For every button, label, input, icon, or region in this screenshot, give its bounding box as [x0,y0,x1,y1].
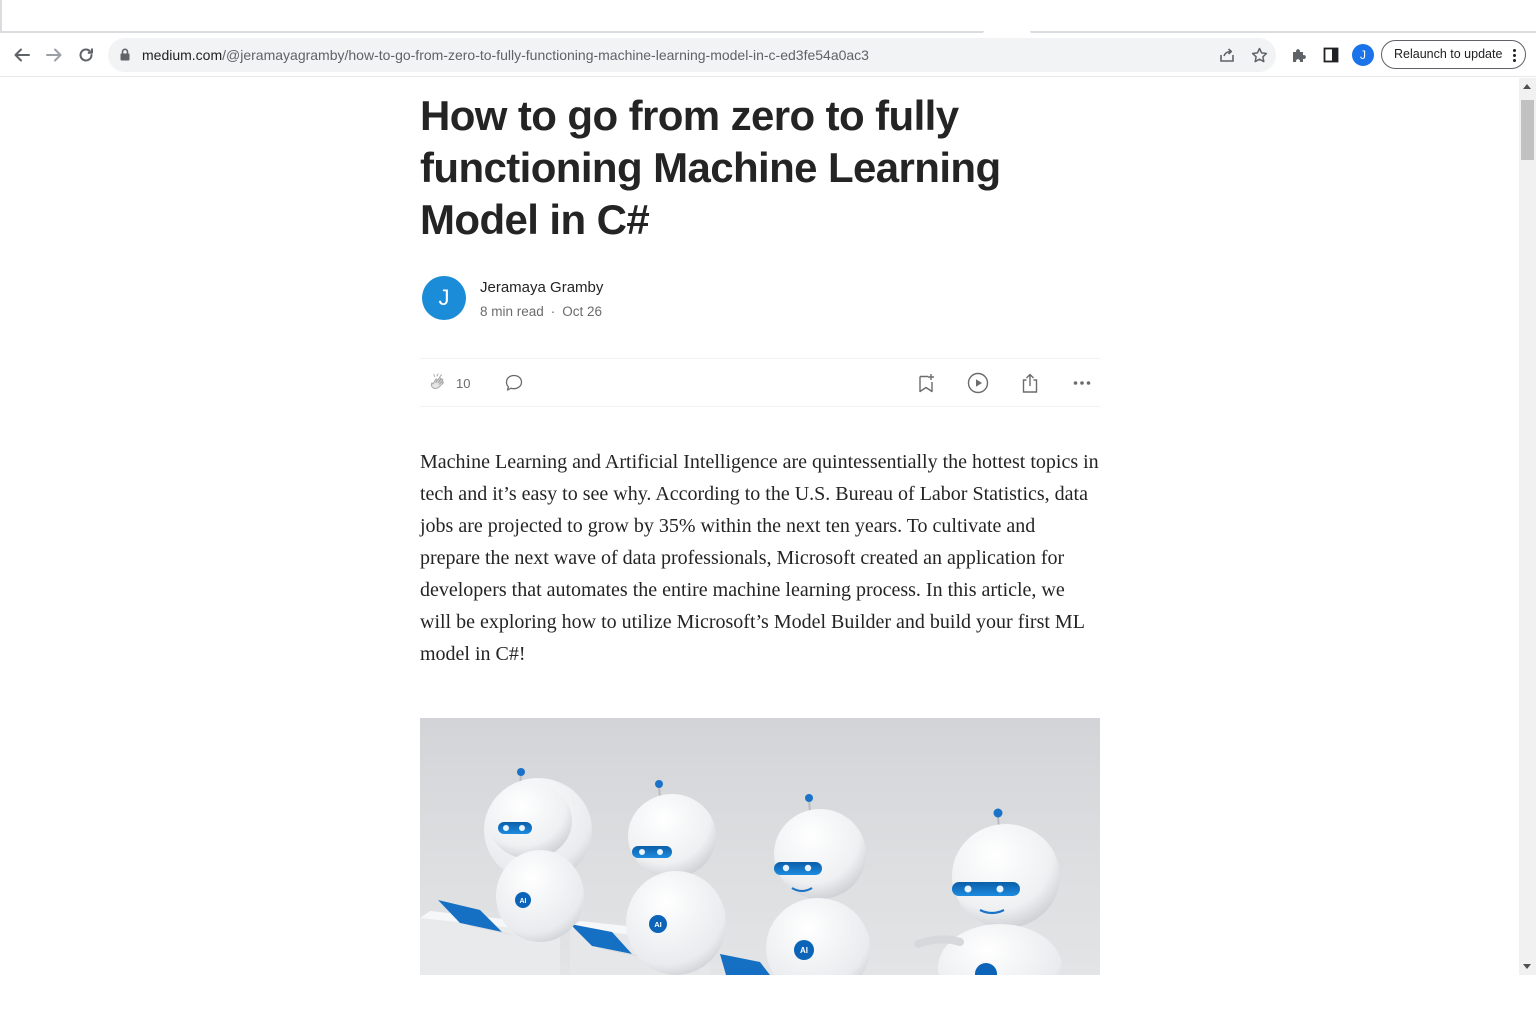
more-dots-icon [1073,381,1091,385]
article-meta: 8 min read · Oct 26 [480,304,602,319]
forward-arrow-icon [46,48,62,62]
back-button[interactable] [9,42,35,68]
star-icon [1251,47,1267,62]
puzzle-icon [1292,48,1306,62]
meta-separator: · [550,304,556,319]
scrollbar-thumb[interactable] [1521,100,1534,160]
url-text[interactable]: medium.com/@jeramayagramby/how-to-go-fro… [142,47,869,63]
clap-button[interactable]: 10 [428,372,470,394]
scroll-up-arrow-icon[interactable] [1523,84,1531,89]
share-icon [1022,373,1038,393]
robot-1: AI [484,768,592,942]
bookmark-star-button[interactable] [1250,46,1268,64]
tab-strip-divider [0,31,1536,33]
hero-image: AI AI AI [420,718,1100,975]
comment-icon [505,374,523,391]
ai-badge-1: AI [520,898,527,905]
forward-button[interactable] [41,42,67,68]
listen-button[interactable] [967,372,989,394]
url-path: /@jeramayagramby/how-to-go-from-zero-to-… [222,47,869,63]
profile-avatar[interactable]: J [1352,44,1374,66]
author-block: J Jeramaya Gramby 8 min read · Oct 26 [422,276,822,320]
author-name[interactable]: Jeramaya Gramby [480,279,603,296]
article-action-bar: 10 [420,358,1100,407]
back-arrow-icon [14,48,30,62]
reload-icon [79,48,93,62]
robot-4 [914,808,1062,975]
save-bookmark-button[interactable] [916,372,936,394]
scroll-down-arrow-icon[interactable] [1523,964,1531,969]
read-time: 8 min read [480,304,544,319]
relaunch-to-update-button[interactable]: Relaunch to update [1381,40,1526,69]
ai-badge-3: AI [800,946,808,955]
ai-badge-2: AI [654,920,662,929]
clap-count: 10 [456,375,471,391]
play-circle-icon [967,372,989,394]
article-intro-paragraph: Machine Learning and Artificial Intellig… [420,451,1099,665]
share-button[interactable] [1020,372,1040,394]
robot-3: AI [766,794,870,975]
reload-button[interactable] [73,42,99,68]
address-bar[interactable]: medium.com/@jeramayagramby/how-to-go-fro… [108,38,1276,72]
side-panel-icon [1323,47,1339,63]
share-page-button[interactable] [1218,46,1236,64]
clap-icon [430,373,445,390]
more-options-icon[interactable] [1513,49,1516,64]
extensions-button[interactable] [1289,45,1309,65]
side-panel-button[interactable] [1321,45,1341,65]
tab-strip [0,0,1536,34]
lock-icon[interactable] [120,48,130,61]
url-host: medium.com [142,47,223,63]
tab-edge [0,0,2,31]
more-button[interactable] [1072,372,1092,394]
browser-toolbar: medium.com/@jeramayagramby/how-to-go-fro… [0,34,1536,77]
bookmark-add-icon [919,374,934,393]
author-avatar[interactable]: J [422,276,466,320]
comment-button[interactable] [504,372,524,394]
robot-2: AI [626,780,726,975]
share-page-icon [1219,48,1234,62]
ai-robots-illustration: AI AI AI [420,768,1062,975]
publish-date: Oct 26 [562,304,603,319]
relaunch-label: Relaunch to update [1394,47,1503,61]
article-title: How to go from zero to fully functioning… [420,92,1001,243]
page-scrollbar[interactable] [1519,78,1536,975]
